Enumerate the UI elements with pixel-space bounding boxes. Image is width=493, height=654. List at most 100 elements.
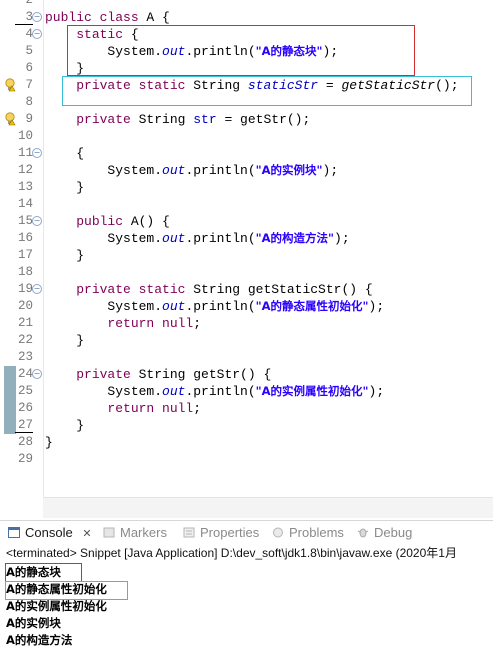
code-line[interactable]: 26 return null;: [0, 400, 493, 417]
code-token: String getStr() {: [130, 367, 272, 382]
code-token: }: [45, 248, 85, 263]
line-number: 13: [17, 180, 33, 194]
line-number: 11: [17, 146, 33, 160]
static-field-highlight: [62, 76, 472, 106]
line-number: 5: [25, 44, 33, 58]
code-text: return null;: [45, 400, 201, 417]
code-line[interactable]: 22 }: [0, 332, 493, 349]
code-token: str: [193, 112, 217, 127]
console-output-line: A的实例属性初始化: [6, 599, 107, 613]
code-token: out: [162, 231, 186, 246]
code-token: ;: [193, 401, 202, 416]
tab-markers[interactable]: Markers: [103, 521, 167, 545]
code-token: public: [76, 214, 124, 229]
static-block-highlight: [67, 25, 415, 76]
code-line[interactable]: 24− private String getStr() {: [0, 366, 493, 383]
code-editor[interactable]: 2 3− public class A {4− static {5 System.o…: [0, 0, 493, 520]
tab-properties[interactable]: Properties: [183, 521, 259, 545]
line-number: 7: [25, 78, 33, 92]
code-token: return null: [107, 316, 194, 331]
code-text: }: [45, 179, 84, 196]
code-token: String: [130, 112, 194, 127]
code-line[interactable]: 20 System.out.println("A的静态属性初始化");: [0, 298, 493, 315]
line-number: 16: [17, 231, 33, 245]
code-line[interactable]: 13 }: [0, 179, 493, 196]
line-number: 2: [25, 0, 33, 7]
code-line[interactable]: 15− public A() {: [0, 213, 493, 230]
fold-collapse-icon[interactable]: −: [32, 29, 42, 39]
line-number: 18: [17, 265, 33, 279]
code-text: private String getStr() {: [45, 366, 271, 383]
code-token: );: [368, 384, 385, 399]
fold-collapse-icon[interactable]: −: [32, 148, 42, 158]
code-token: .println(: [185, 384, 256, 399]
console-icon: [8, 527, 20, 538]
terminated-status: <terminated> Snippet [Java Application] …: [6, 546, 457, 560]
code-token: System.: [45, 299, 163, 314]
code-line[interactable]: 25 System.out.println("A的实例属性初始化");: [0, 383, 493, 400]
line-number: 29: [17, 452, 33, 466]
code-token: System.: [45, 384, 163, 399]
code-line[interactable]: 27 }: [0, 417, 493, 434]
tab-debug-label: Debug: [374, 525, 413, 540]
code-token: public class: [45, 10, 147, 25]
code-line[interactable]: 29: [0, 451, 493, 468]
code-line[interactable]: 3− public class A {: [0, 9, 493, 26]
code-text: public A() {: [45, 213, 170, 230]
code-line[interactable]: 2: [0, 0, 493, 9]
code-line[interactable]: 19− private static String getStaticStr()…: [0, 281, 493, 298]
code-line[interactable]: 18: [0, 264, 493, 281]
horizontal-scrollbar[interactable]: [43, 497, 493, 518]
code-token: "A的静态属性初始化": [255, 299, 369, 313]
code-line[interactable]: 10: [0, 128, 493, 145]
line-number: 14: [17, 197, 33, 211]
tab-problems[interactable]: Problems: [272, 521, 344, 545]
code-text: }: [45, 247, 84, 264]
line-number: 4: [25, 27, 33, 41]
code-line[interactable]: 12 System.out.println("A的实例块");: [0, 162, 493, 179]
code-line[interactable]: 9 private String str = getStr();: [0, 111, 493, 128]
code-token: private: [76, 367, 131, 382]
code-text: System.out.println("A的静态属性初始化");: [45, 298, 384, 315]
code-text: }: [45, 332, 84, 349]
line-underline: [15, 24, 33, 25]
code-line[interactable]: 14: [0, 196, 493, 213]
code-token: = getStr();: [216, 112, 311, 127]
fold-collapse-icon[interactable]: −: [32, 216, 42, 226]
console-output-line: A的构造方法: [6, 633, 73, 647]
fold-collapse-icon[interactable]: −: [32, 284, 42, 294]
code-line[interactable]: 16 System.out.println("A的构造方法");: [0, 230, 493, 247]
tab-debug[interactable]: Debug: [357, 521, 412, 545]
tab-console[interactable]: Console ✕: [8, 521, 92, 545]
code-line[interactable]: 21 return null;: [0, 315, 493, 332]
tab-problems-label: Problems: [289, 525, 344, 540]
console-output-line: A的实例块: [6, 616, 61, 630]
fold-collapse-icon[interactable]: −: [32, 369, 42, 379]
code-line[interactable]: 28}: [0, 434, 493, 451]
code-line[interactable]: 11− {: [0, 145, 493, 162]
code-text: }: [45, 434, 53, 451]
line-number: 6: [25, 61, 33, 75]
code-line[interactable]: 23: [0, 349, 493, 366]
line-number: 22: [17, 333, 33, 347]
output-static-block-highlight: [5, 563, 82, 582]
tab-console-label: Console: [25, 525, 73, 540]
code-token: );: [322, 163, 339, 178]
code-text: System.out.println("A的实例属性初始化");: [45, 383, 384, 400]
line-number: 12: [17, 163, 33, 177]
markers-icon: [103, 527, 115, 538]
code-token: String getStaticStr() {: [185, 282, 373, 297]
fold-collapse-icon[interactable]: −: [32, 12, 42, 22]
code-line[interactable]: 17 }: [0, 247, 493, 264]
bug-icon: [357, 528, 369, 538]
line-number: 25: [17, 384, 33, 398]
line-number: 19: [17, 282, 33, 296]
code-token: out: [162, 299, 186, 314]
close-icon[interactable]: ✕: [82, 528, 91, 540]
code-token: }: [45, 333, 85, 348]
code-token: out: [162, 384, 186, 399]
